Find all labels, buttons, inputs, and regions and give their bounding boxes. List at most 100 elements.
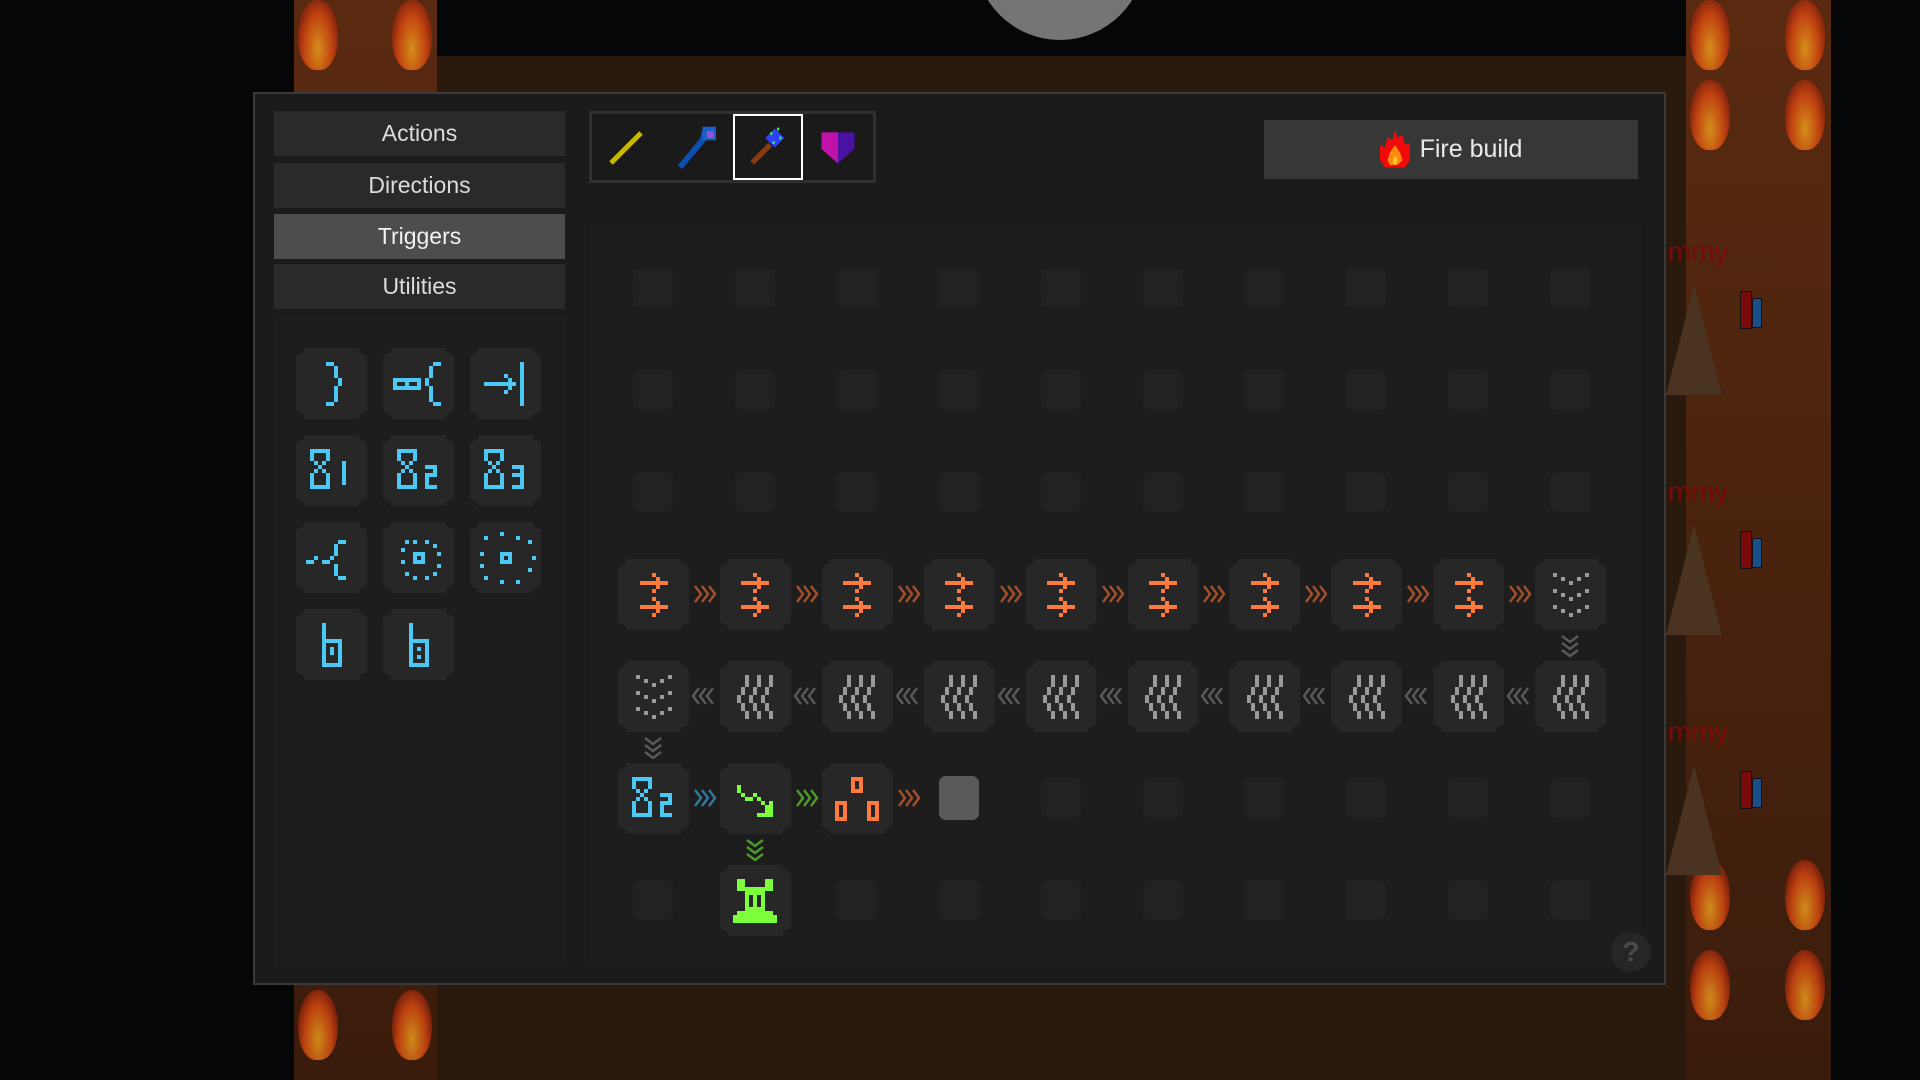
empty-slot[interactable]: [1244, 268, 1285, 308]
palette-tile[interactable]: [470, 522, 541, 593]
category-directions[interactable]: Directions: [274, 163, 565, 208]
palette-tile[interactable]: [470, 348, 541, 419]
wand-slot-1[interactable]: [592, 114, 662, 180]
spell-tile[interactable]: [1535, 559, 1607, 630]
empty-slot[interactable]: [1550, 472, 1591, 512]
spell-tile[interactable]: [1025, 661, 1097, 732]
empty-slot[interactable]: [1244, 778, 1285, 818]
empty-slot[interactable]: [1040, 370, 1081, 410]
spell-tile[interactable]: [1331, 559, 1403, 630]
empty-slot[interactable]: [1040, 778, 1081, 818]
palette-tile[interactable]: [383, 348, 454, 419]
spell-tile[interactable]: [1331, 661, 1403, 732]
spell-tile[interactable]: [821, 661, 893, 732]
double-arrow-icon: [1352, 572, 1381, 617]
spell-tile[interactable]: [1535, 661, 1607, 732]
palette-tile[interactable]: [383, 522, 454, 593]
spell-tile[interactable]: [1229, 661, 1301, 732]
wavy-lines-icon: [941, 674, 978, 719]
empty-slot[interactable]: [836, 268, 877, 308]
empty-slot[interactable]: [1346, 880, 1387, 920]
spell-tile[interactable]: [1025, 559, 1097, 630]
spell-tile[interactable]: [618, 763, 689, 834]
empty-slot[interactable]: [938, 472, 979, 512]
empty-slot[interactable]: [633, 472, 673, 512]
connector-down: [638, 732, 668, 767]
spell-tile[interactable]: [821, 763, 893, 834]
empty-slot[interactable]: [633, 268, 673, 308]
empty-slot[interactable]: [1346, 268, 1387, 308]
palette-tile[interactable]: [383, 435, 454, 506]
spell-tile[interactable]: [923, 661, 995, 732]
empty-slot[interactable]: [1142, 778, 1183, 818]
empty-slot[interactable]: [1346, 778, 1387, 818]
empty-slot[interactable]: [1550, 880, 1591, 920]
empty-slot[interactable]: [938, 370, 979, 410]
palette-tile[interactable]: [470, 435, 541, 506]
empty-slot[interactable]: [1244, 472, 1285, 512]
empty-slot[interactable]: [1040, 268, 1081, 308]
empty-slot[interactable]: [633, 880, 673, 920]
empty-slot[interactable]: [734, 268, 775, 308]
flame-icon: [1379, 129, 1410, 167]
drop-placeholder[interactable]: [938, 776, 979, 820]
palette-tile[interactable]: [296, 609, 367, 680]
green-gem-staff-icon: [750, 127, 785, 165]
empty-slot[interactable]: [1448, 778, 1489, 818]
double-arrow-icon: [741, 572, 770, 617]
empty-slot[interactable]: [1244, 370, 1285, 410]
empty-slot[interactable]: [1550, 268, 1591, 308]
empty-slot[interactable]: [1142, 268, 1183, 308]
empty-slot[interactable]: [938, 268, 979, 308]
category-actions[interactable]: Actions: [274, 111, 565, 156]
spell-tile[interactable]: [719, 763, 791, 834]
spell-tile[interactable]: [1127, 559, 1199, 630]
empty-slot[interactable]: [836, 370, 877, 410]
wand-slot-2[interactable]: [663, 114, 733, 180]
spell-tile[interactable]: [821, 559, 893, 630]
empty-slot[interactable]: [1448, 472, 1489, 512]
palette-tile[interactable]: [383, 609, 454, 680]
palette-tile[interactable]: [296, 348, 367, 419]
empty-slot[interactable]: [1346, 472, 1387, 512]
blue-staff-icon: [677, 126, 716, 170]
empty-slot[interactable]: [1448, 268, 1489, 308]
empty-slot[interactable]: [1142, 472, 1183, 512]
wand-slot-3[interactable]: [733, 114, 803, 180]
palette-tile[interactable]: [296, 522, 367, 593]
category-utilities[interactable]: Utilities: [274, 264, 565, 309]
empty-slot[interactable]: [1448, 370, 1489, 410]
palette-tile[interactable]: [296, 435, 367, 506]
wand-slot-4[interactable]: [803, 114, 873, 180]
empty-slot[interactable]: [1244, 880, 1285, 920]
spell-tile[interactable]: [923, 559, 995, 630]
empty-slot[interactable]: [938, 880, 979, 920]
empty-slot[interactable]: [836, 472, 877, 512]
spell-tile[interactable]: [1127, 661, 1199, 732]
empty-slot[interactable]: [734, 472, 775, 512]
spell-tile[interactable]: [719, 865, 791, 936]
spell-tile[interactable]: [618, 559, 689, 630]
empty-slot[interactable]: [1346, 370, 1387, 410]
empty-slot[interactable]: [1550, 778, 1591, 818]
spell-tile[interactable]: [1433, 559, 1505, 630]
fire-build-button[interactable]: Fire build: [1264, 120, 1638, 179]
empty-slot[interactable]: [633, 370, 673, 410]
empty-slot[interactable]: [1040, 880, 1081, 920]
empty-slot[interactable]: [1142, 370, 1183, 410]
help-button[interactable]: ?: [1611, 932, 1651, 972]
spell-tile[interactable]: [1433, 661, 1505, 732]
empty-slot[interactable]: [734, 370, 775, 410]
spell-tile[interactable]: [618, 661, 689, 732]
spell-tile[interactable]: [719, 661, 791, 732]
empty-slot[interactable]: [836, 880, 877, 920]
spell-tile[interactable]: [719, 559, 791, 630]
spell-tile[interactable]: [1229, 559, 1301, 630]
empty-slot[interactable]: [1142, 880, 1183, 920]
empty-slot[interactable]: [1040, 472, 1081, 512]
empty-slot[interactable]: [1550, 370, 1591, 410]
wavy-lines-icon: [1043, 674, 1080, 719]
empty-slot[interactable]: [1448, 880, 1489, 920]
hourglass-2-icon: [396, 448, 437, 489]
category-triggers[interactable]: Triggers: [274, 214, 565, 259]
